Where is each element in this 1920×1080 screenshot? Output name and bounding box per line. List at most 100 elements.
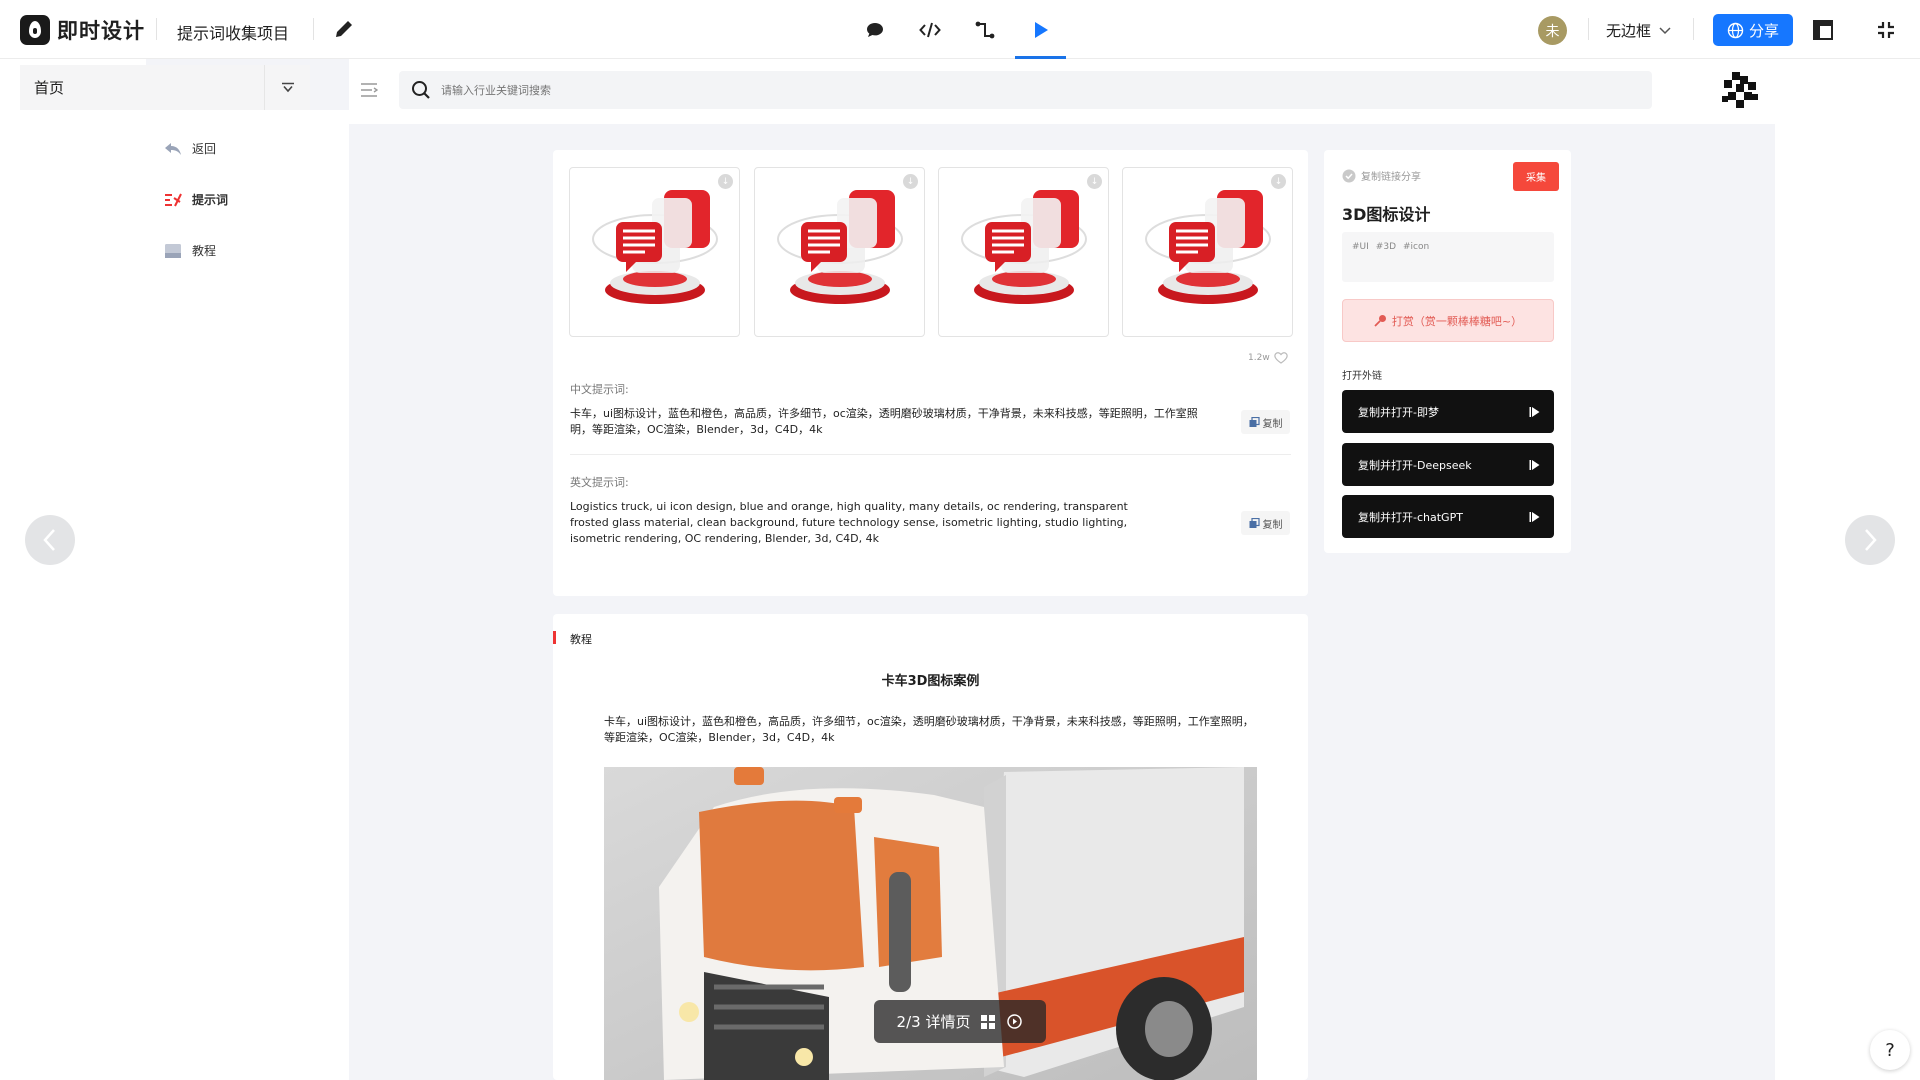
frame-select-value: 无边框: [1606, 22, 1652, 40]
reward-label: 打赏（赏一颗棒棒糖吧~）: [1391, 314, 1523, 328]
preview-mode-icon[interactable]: [1026, 15, 1056, 45]
chat-3d-icon-image: [961, 190, 1087, 304]
avatar[interactable]: 未: [1538, 16, 1567, 45]
page-selector-label: 首页: [34, 79, 65, 97]
download-icon[interactable]: ↓: [718, 174, 733, 189]
next-page-button[interactable]: [1845, 515, 1895, 565]
ext-button-label: 复制并打开-即梦: [1358, 405, 1439, 419]
pencil-icon[interactable]: [333, 18, 355, 40]
download-icon[interactable]: ↓: [903, 174, 918, 189]
reward-button[interactable]: 打赏（赏一颗棒棒糖吧~）: [1342, 299, 1554, 342]
search-icon: [412, 81, 430, 99]
item-title: 3D图标设计: [1342, 205, 1431, 224]
copy-cn-button[interactable]: 复制: [1241, 410, 1290, 434]
site-search[interactable]: [399, 71, 1652, 109]
site-logo-icon[interactable]: [1720, 70, 1760, 110]
divider: [1588, 18, 1589, 40]
play-icon: [1529, 459, 1540, 470]
chevron-right-icon: [1865, 529, 1877, 551]
copy-icon: [1249, 416, 1260, 427]
prev-page-button[interactable]: [25, 515, 75, 565]
grid-icon[interactable]: [980, 1014, 996, 1030]
lollipop-icon: [1374, 315, 1386, 327]
tag[interactable]: #icon: [1403, 242, 1429, 252]
app-logo[interactable]: 即时设计: [20, 15, 145, 45]
divider: [313, 18, 314, 40]
cn-prompt-label: 中文提示词:: [570, 383, 629, 396]
chevron-left-icon: [43, 529, 55, 551]
result-thumbnail[interactable]: ↓: [938, 167, 1109, 337]
page-indicator[interactable]: 2/3 详情页: [897, 1011, 971, 1032]
heart-icon: [1273, 352, 1288, 364]
ext-button-label: 复制并打开-chatGPT: [1358, 510, 1463, 524]
prototype-mode-icon[interactable]: [970, 15, 1000, 45]
ext-button-label: 复制并打开-Deepseek: [1358, 458, 1472, 472]
en-prompt-text: Logistics truck, ui icon design, blue an…: [570, 500, 1128, 545]
fullscreen-icon[interactable]: [1876, 20, 1896, 40]
divider: [156, 18, 157, 40]
copy-label: 复制: [1262, 519, 1283, 531]
sidebar-item-label: 教程: [192, 244, 217, 258]
like-count-value: 1.2w: [1248, 352, 1270, 363]
collect-button[interactable]: 采集: [1513, 162, 1559, 191]
cn-prompt-text: 卡车，ui图标设计，蓝色和橙色，高品质，许多细节，oc渲染，透明磨砂玻璃材质，干…: [570, 407, 1198, 436]
check-circle-icon: [1342, 169, 1356, 182]
search-input[interactable]: [441, 83, 1041, 97]
open-jimeng-button[interactable]: 复制并打开-即梦: [1342, 390, 1554, 433]
open-deepseek-button[interactable]: 复制并打开-Deepseek: [1342, 443, 1554, 486]
section-marker: [553, 631, 556, 644]
page-indicator-bar: 2/3 详情页: [874, 1000, 1046, 1043]
tags-box: #UI #3D #icon: [1342, 232, 1554, 282]
chat-3d-icon-image: [1145, 190, 1271, 304]
top-toolbar: 即时设计 提示词收集项目 未 无边框 分享: [0, 0, 1920, 59]
sidebar-item-prompts[interactable]: 提示词: [164, 191, 228, 208]
like-count[interactable]: 1.2w: [1248, 351, 1288, 364]
divider: [1693, 18, 1694, 40]
globe-icon: [1727, 22, 1744, 38]
prompt-icon: [165, 193, 182, 206]
restart-icon[interactable]: [1006, 1013, 1023, 1030]
code-mode-icon[interactable]: [915, 15, 945, 45]
copy-link-share[interactable]: 复制链接分享: [1342, 168, 1421, 183]
play-icon: [1529, 511, 1540, 522]
chat-3d-icon-image: [592, 190, 718, 304]
reply-arrow-icon: [165, 142, 181, 155]
share-button[interactable]: 分享: [1713, 14, 1793, 46]
chat-3d-icon-image: [777, 190, 903, 304]
page-dropdown-button[interactable]: [264, 65, 310, 110]
sidebar-item-label: 提示词: [192, 193, 229, 207]
layout-icon[interactable]: [1813, 20, 1833, 40]
sidebar-item-label: 返回: [192, 142, 217, 156]
result-thumbnail[interactable]: ↓: [754, 167, 925, 337]
logo-icon: [20, 15, 50, 45]
result-thumbnail[interactable]: ↓: [1122, 167, 1293, 337]
download-icon[interactable]: ↓: [1271, 174, 1286, 189]
menu-icon[interactable]: [360, 82, 378, 98]
sidebar-item-tutorial[interactable]: 教程: [164, 242, 216, 259]
share-label: 分享: [1748, 21, 1779, 40]
help-button[interactable]: ?: [1870, 1030, 1910, 1070]
copy-label: 复制: [1262, 418, 1283, 430]
comment-mode-icon[interactable]: [860, 15, 890, 45]
frame-select[interactable]: 无边框: [1606, 20, 1671, 41]
tag[interactable]: #UI: [1352, 242, 1369, 252]
en-prompt-label: 英文提示词:: [570, 476, 629, 489]
sidebar-item-back[interactable]: 返回: [164, 140, 216, 157]
tutorial-section-label: 教程: [570, 633, 592, 646]
copy-icon: [1249, 517, 1260, 528]
result-thumbnail[interactable]: ↓: [569, 167, 740, 337]
share-link-label: 复制链接分享: [1361, 172, 1421, 183]
app-name: 即时设计: [57, 19, 145, 43]
open-chatgpt-button[interactable]: 复制并打开-chatGPT: [1342, 495, 1554, 538]
tag[interactable]: #3D: [1376, 242, 1396, 252]
page-selector[interactable]: 首页: [20, 65, 310, 110]
copy-en-button[interactable]: 复制: [1241, 511, 1290, 535]
play-icon: [1529, 406, 1540, 417]
tutorial-title: 卡车3D图标案例: [881, 674, 980, 689]
project-title[interactable]: 提示词收集项目: [177, 20, 289, 44]
download-icon[interactable]: ↓: [1087, 174, 1102, 189]
external-links-label: 打开外链: [1342, 371, 1382, 382]
dropdown-icon: [281, 82, 294, 92]
book-icon: [165, 243, 181, 258]
divider: [570, 454, 1291, 455]
